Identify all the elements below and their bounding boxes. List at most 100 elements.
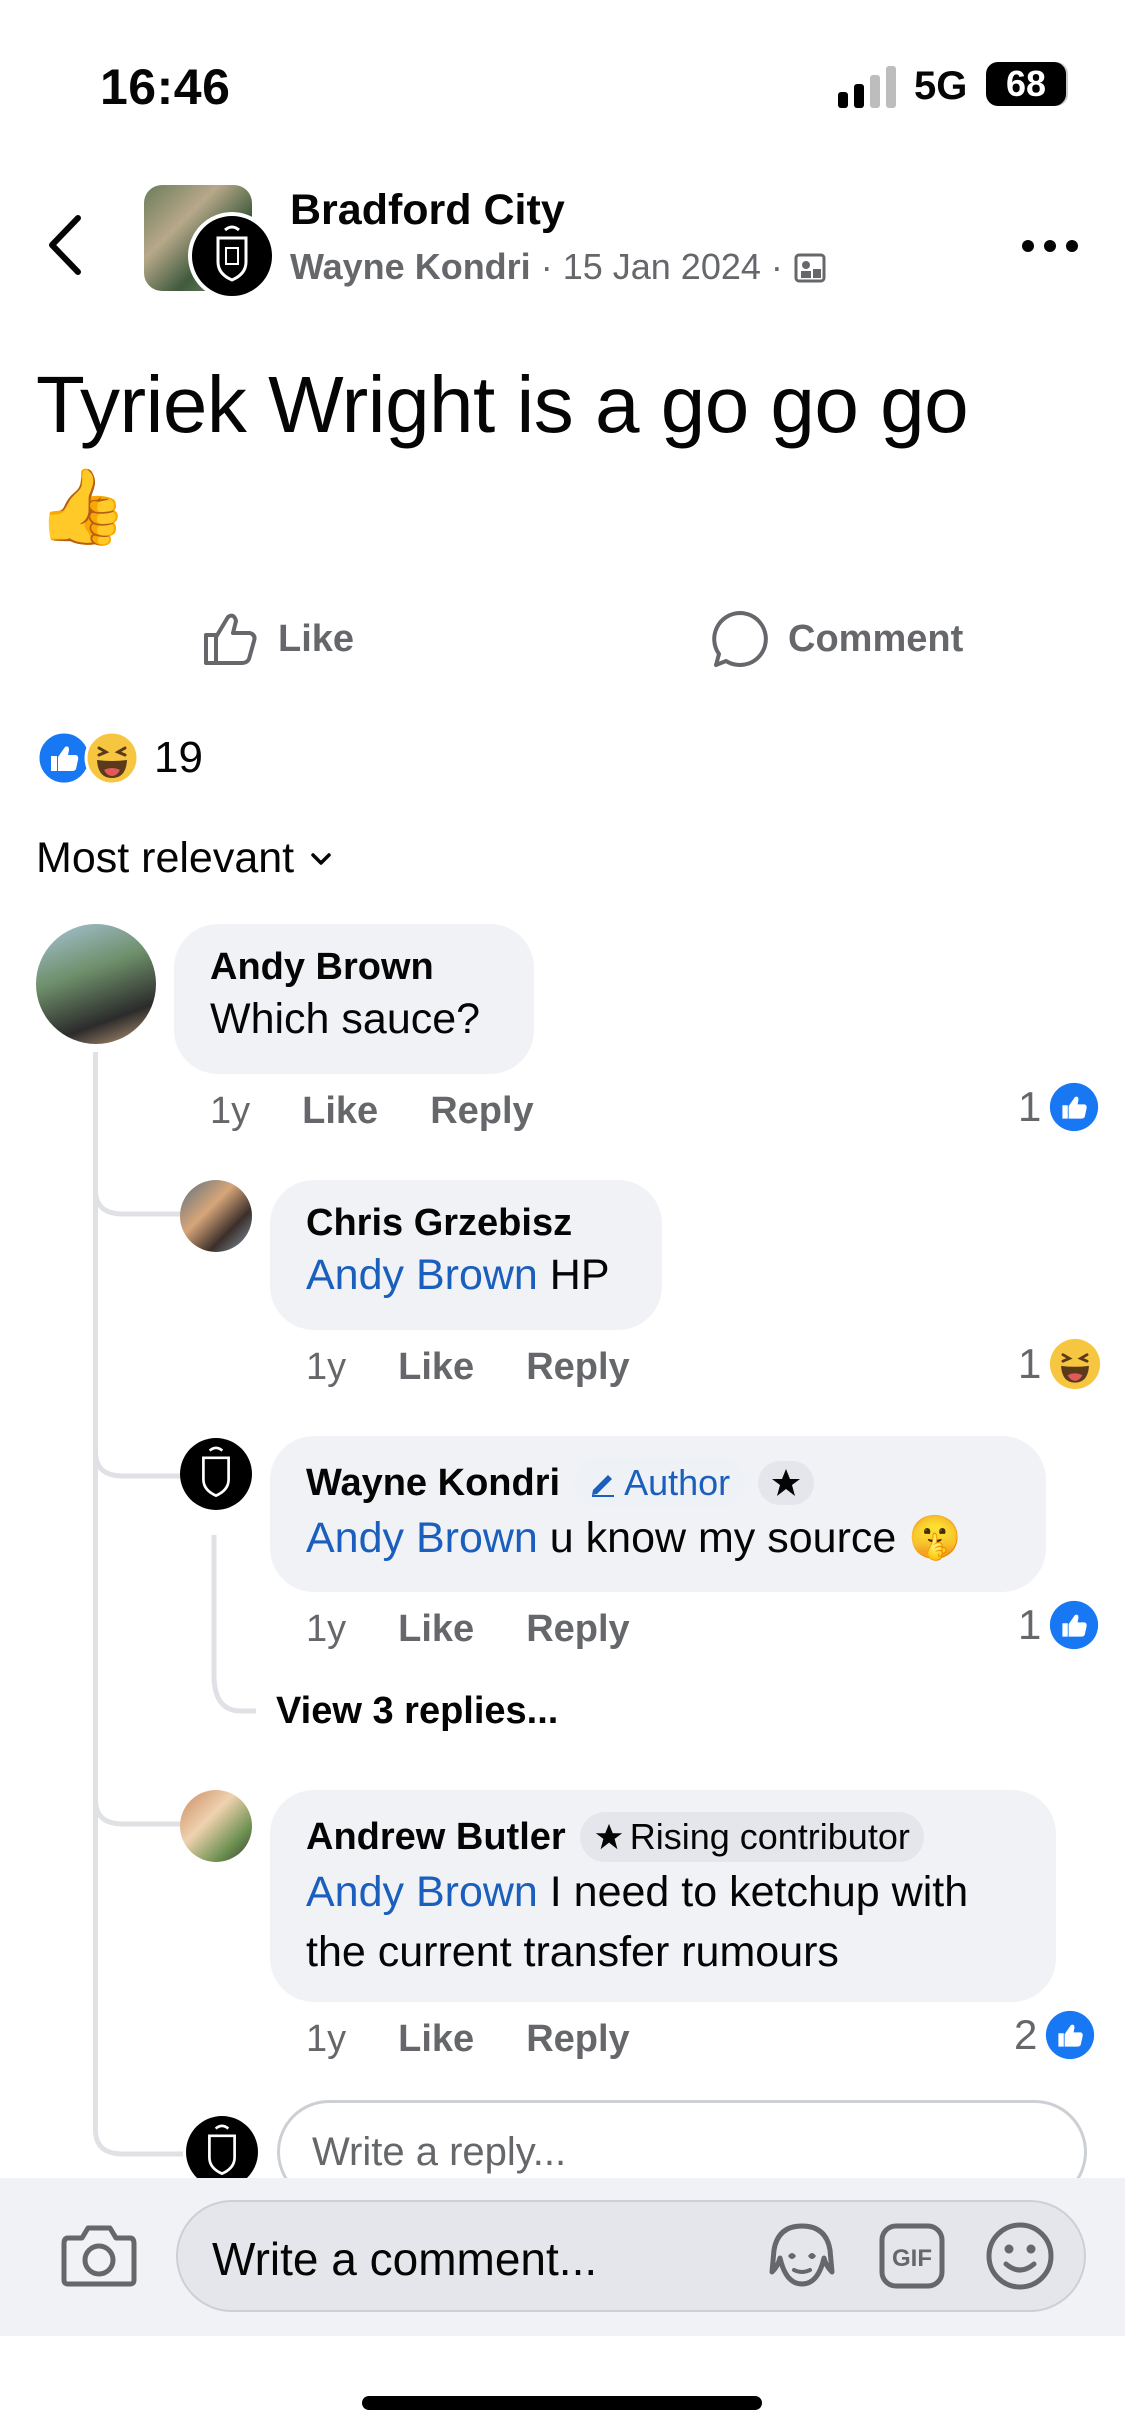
post-author[interactable]: Wayne Kondri [290, 246, 531, 287]
chevron-down-icon [311, 852, 331, 865]
mention-link[interactable]: Andy Brown [306, 1251, 538, 1299]
commenter-name[interactable]: Andy Brown [210, 946, 498, 989]
more-options-icon[interactable] [1020, 236, 1080, 256]
post-date[interactable]: 15 Jan 2024 [563, 246, 761, 287]
signal-icon [838, 66, 896, 108]
avatar-sticker-icon[interactable] [766, 2222, 838, 2290]
svg-text:GIF: GIF [892, 2245, 932, 2272]
comment-reaction-count: 1 [1018, 1601, 1042, 1648]
mention-link[interactable]: Andy Brown [306, 1868, 538, 1916]
comment-body-line2: the current transfer rumours [306, 1928, 839, 1976]
meta-separator: · [770, 246, 783, 287]
comment-reaction-count: 1 [1018, 1340, 1042, 1387]
comment-reply-button[interactable]: Reply [430, 1090, 533, 1133]
commenter-avatar[interactable] [180, 1438, 252, 1510]
star-icon [772, 1469, 801, 1496]
haha-reaction-icon [1050, 1338, 1101, 1390]
comment-text: Which sauce? [210, 995, 481, 1043]
reply-placeholder: Write a reply... [312, 2130, 567, 2174]
group-name[interactable]: Bradford City [290, 186, 565, 235]
comment-placeholder: Write a comment... [212, 2233, 598, 2285]
club-crest-icon [202, 1446, 230, 1498]
haha-reaction-icon [84, 730, 140, 786]
comment-text: Andy Brown I need to ketchup with the cur… [306, 1862, 1020, 1982]
reaction-count: 19 [154, 733, 203, 782]
battery-icon: 68 [986, 62, 1066, 106]
camera-icon[interactable] [60, 2220, 138, 2290]
view-replies-link[interactable]: View 3 replies... [276, 1690, 558, 1733]
comment-actions: 1y Like Reply [306, 1346, 630, 1389]
comment-time[interactable]: 1y [210, 1090, 250, 1133]
like-reaction-icon [1050, 1082, 1099, 1132]
commenter-avatar[interactable] [36, 924, 156, 1044]
back-icon[interactable] [42, 210, 92, 280]
nested-thread-line [211, 1535, 256, 1714]
reactions-summary[interactable]: 19 [36, 730, 203, 786]
like-label: Like [278, 617, 355, 660]
author-avatar-small[interactable] [188, 212, 276, 300]
comment-body: I need to ketchup with [537, 1868, 969, 1916]
comment-label: Comment [788, 617, 964, 660]
commenter-name[interactable]: Andrew Butler [306, 1816, 566, 1859]
post-text: Tyriek Wright is a go go go 👍 [36, 355, 1096, 557]
comment-like-button[interactable]: Like [398, 1608, 474, 1651]
post-body: Tyriek Wright is a go go go [36, 360, 969, 449]
comment-reply-button[interactable]: Reply [526, 2018, 629, 2061]
comment-text: Andy Brown u know my source 🤫 [306, 1508, 1010, 1568]
like-button[interactable]: Like [200, 604, 354, 674]
emoji-icon[interactable] [984, 2220, 1056, 2292]
comment-reactions[interactable]: 1 [1018, 1082, 1099, 1132]
post-meta: Wayne Kondri · 15 Jan 2024 · [290, 246, 827, 288]
commenter-avatar[interactable] [180, 1180, 252, 1252]
comment-body: HP [537, 1251, 610, 1299]
comment-time[interactable]: 1y [306, 1346, 346, 1389]
top-fan-badge [758, 1461, 815, 1505]
home-indicator[interactable] [362, 2396, 762, 2410]
comment-reaction-count: 1 [1018, 1083, 1042, 1130]
comment-body: u know my source 🤫 [537, 1514, 962, 1562]
comment-header: Wayne Kondri Author [306, 1458, 1010, 1508]
comment-bubble: Chris Grzebisz Andy Brown HP [270, 1180, 662, 1330]
thread-branch [93, 1760, 183, 1827]
comment-time[interactable]: 1y [306, 1608, 346, 1651]
comment-bubble: Wayne Kondri Author Andy Brown u know my… [270, 1436, 1046, 1592]
comment-bubble-icon [712, 611, 768, 667]
thumbs-up-outline-icon [204, 613, 257, 665]
comment-reaction-count: 2 [1014, 2011, 1038, 2058]
rising-contributor-badge: Rising contributor [579, 1812, 924, 1862]
comment-reply-button[interactable]: Reply [526, 1608, 629, 1651]
like-reaction-icon [1046, 2010, 1095, 2060]
comment-like-button[interactable]: Like [302, 1090, 378, 1133]
comment-bubble: Andrew Butler Rising contributor Andy Br… [270, 1790, 1056, 2002]
thread-branch [93, 1412, 183, 1479]
thread-branch [93, 2080, 183, 2157]
comment-like-button[interactable]: Like [398, 2018, 474, 2061]
thread-branch [93, 1150, 183, 1217]
comment-like-button[interactable]: Like [398, 1346, 474, 1389]
comment-header: Andrew Butler Rising contributor [306, 1812, 1020, 1862]
author-badge-label: Author [624, 1462, 731, 1503]
comment-reactions[interactable]: 1 [1018, 1600, 1099, 1650]
comment-reactions[interactable]: 2 [1014, 2010, 1095, 2060]
gif-icon[interactable]: GIF [878, 2222, 946, 2290]
status-time: 16:46 [100, 59, 231, 115]
meta-separator: · [540, 246, 553, 287]
club-crest-icon [216, 225, 248, 282]
mention-link[interactable]: Andy Brown [306, 1514, 538, 1562]
comment-reply-button[interactable]: Reply [526, 1346, 629, 1389]
like-reaction-icon [1050, 1600, 1099, 1650]
comment-reactions[interactable]: 1 [1018, 1338, 1101, 1390]
comment-time[interactable]: 1y [306, 2018, 346, 2061]
comment-text: Andy Brown HP [306, 1245, 626, 1305]
commenter-name[interactable]: Wayne Kondri [306, 1462, 560, 1505]
commenter-name[interactable]: Chris Grzebisz [306, 1202, 626, 1245]
comment-button[interactable]: Comment [710, 604, 963, 674]
sort-label: Most relevant [36, 834, 295, 882]
network-label: 5G [914, 64, 968, 108]
comment-bubble: Andy Brown Which sauce? [174, 924, 534, 1074]
sort-dropdown[interactable]: Most relevant [36, 834, 332, 883]
author-badge: Author [574, 1458, 745, 1508]
star-icon [595, 1823, 622, 1850]
commenter-avatar[interactable] [180, 1790, 252, 1862]
comment-actions: 1y Like Reply [306, 2018, 630, 2061]
